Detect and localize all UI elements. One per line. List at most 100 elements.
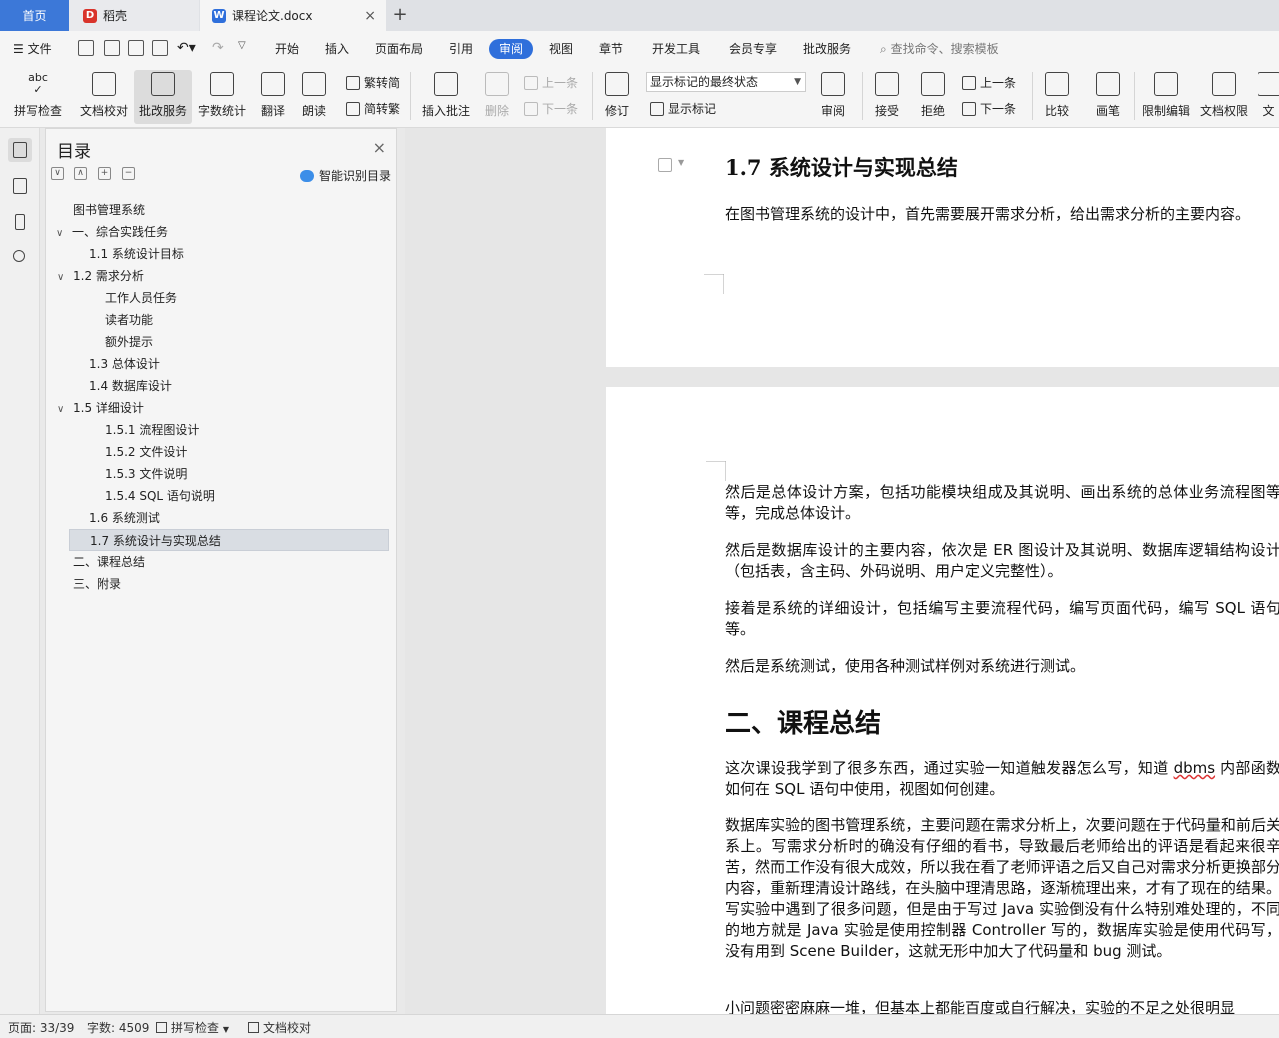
speaker-icon [302,72,326,96]
menu-references[interactable]: 引用 [449,40,473,57]
toc-item[interactable]: ∨ 1.5 详细设计 [56,397,144,419]
previous-change-icon [962,75,976,90]
crop-mark [704,274,724,294]
simplified-to-traditional-button[interactable]: 简转繁 [346,100,400,117]
accept-button[interactable]: 接受 [868,70,906,124]
menu-member[interactable]: 会员专享 [729,40,777,57]
heading-section-1-7: 1.7 系统设计与实现总结 [725,155,958,180]
toc-item[interactable]: 1.5.2 文件设计 [56,441,187,463]
show-markup-button[interactable]: 显示标记 [650,100,716,117]
word-count-indicator[interactable]: 字数: 4509 [87,1019,149,1036]
word-count-button[interactable]: 字数统计 [196,70,248,124]
export-pdf-icon[interactable] [104,40,120,56]
collapse-all-icon[interactable]: ∨ [51,167,64,180]
status-spellcheck[interactable]: 拼写检查 ▼ [156,1019,229,1036]
traditional-to-simplified-button[interactable]: 繁转简 [346,74,400,91]
toc-item[interactable]: 1.1 系统设计目标 [56,243,184,265]
toc-item-label: 额外提示 [105,335,154,349]
markup-state-select[interactable]: 显示标记的最终状态 ▼ [646,72,806,92]
toc-item[interactable]: 1.7 系统设计与实现总结 [69,529,389,551]
expand-all-icon[interactable]: ∧ [74,167,87,180]
menu-page-layout[interactable]: 页面布局 [375,40,423,57]
tab-daoke[interactable]: D 稻壳 [69,0,199,31]
status-proofread[interactable]: 文档校对 [248,1019,311,1036]
prev-comment-button[interactable]: 上一条 [524,74,578,91]
print-preview-icon[interactable] [152,40,168,56]
pen-button[interactable]: 画笔 [1090,70,1126,124]
toc-item[interactable]: ∨ 1.2 需求分析 [56,265,144,287]
chevron-down-icon[interactable]: ∨ [57,399,73,421]
chevron-down-icon[interactable]: ∨ [56,223,72,245]
menu-developer[interactable]: 开发工具 [652,40,700,57]
menu-start[interactable]: 开始 [275,40,299,57]
toc-item-label: 1.5 详细设计 [73,401,144,415]
toc-item[interactable]: 二、课程总结 [56,551,145,573]
toc-item[interactable]: 额外提示 [56,331,153,353]
menu-review[interactable]: 审阅 [489,39,533,59]
toc-item[interactable]: 读者功能 [56,309,153,331]
checkbox-icon [156,1022,167,1033]
toc-item[interactable]: 图书管理系统 [56,199,145,221]
paragraph-icon[interactable] [658,158,672,172]
tab-home[interactable]: 首页 [0,0,69,31]
save-icon[interactable] [78,40,94,56]
reject-button[interactable]: 拒绝 [914,70,952,124]
next-change-label: 下一条 [980,102,1017,116]
new-tab-button[interactable]: + [390,4,410,26]
delete-comment-button[interactable]: 删除 [478,70,516,124]
toc-title: 目录 [57,142,91,162]
print-icon[interactable] [128,40,144,56]
track-changes-button[interactable]: 修订 [598,70,636,124]
spellcheck-button[interactable]: abc ✓ 拼写检查 [8,70,68,124]
menu-chapter[interactable]: 章节 [599,40,623,57]
bookmark-icon[interactable] [8,210,32,234]
tab-document[interactable]: W 课程论文.docx × [200,0,386,31]
doc-more-button[interactable]: 文 [1258,70,1279,124]
toc-item[interactable]: 1.3 总体设计 [56,353,160,375]
menu-view[interactable]: 视图 [549,40,573,57]
insert-comment-button[interactable]: 插入批注 [418,70,474,124]
next-change-button[interactable]: 下一条 [962,100,1016,117]
proofread-button[interactable]: 文档校对 [76,70,132,124]
toc-item[interactable]: 工作人员任务 [56,287,177,309]
chapter-nav-icon[interactable] [8,174,32,198]
add-heading-icon[interactable]: + [98,167,111,180]
review-pane-button[interactable]: 审阅 [814,70,852,124]
chevron-down-icon: ▼ [222,1025,229,1034]
search-icon[interactable] [8,246,32,270]
toc-item[interactable]: 1.6 系统测试 [56,507,160,529]
compare-button[interactable]: 比较 [1038,70,1076,124]
page-indicator[interactable]: 页面: 33/39 [8,1019,74,1036]
toc-item[interactable]: 1.5.4 SQL 语句说明 [56,485,215,507]
redo-icon[interactable]: ↷ [212,40,224,56]
next-change-icon [962,101,976,116]
toc-item[interactable]: 三、附录 [56,573,121,595]
doc-permission-button[interactable]: 文档权限 [1198,70,1250,124]
toc-item[interactable]: ∨ 一、综合实践任务 [56,221,168,243]
toc-item[interactable]: 1.4 数据库设计 [56,375,172,397]
customize-dropdown-icon[interactable]: ▽ [238,40,246,51]
toc-panel-icon[interactable] [8,138,32,162]
next-comment-button[interactable]: 下一条 [524,100,578,117]
translate-button[interactable]: 翻译 [254,70,292,124]
close-icon[interactable]: × [373,138,386,157]
restrict-edit-button[interactable]: 限制编辑 [1140,70,1192,124]
read-aloud-button[interactable]: 朗读 [298,70,330,124]
correction-service-button[interactable]: 批改服务 [134,70,192,124]
toc-item-label: 三、附录 [73,577,122,591]
smart-toc-button[interactable]: 智能识别目录 [299,167,391,184]
remove-heading-icon[interactable]: − [122,167,135,180]
undo-icon[interactable]: ↶▾ [177,40,196,56]
toc-item[interactable]: 1.5.3 文件说明 [56,463,187,485]
file-menu[interactable]: ☰ 文件 [13,40,52,57]
spelling-error-word[interactable]: dbms [1174,759,1215,777]
chevron-down-icon[interactable]: ∨ [57,267,73,289]
toc-item[interactable]: 1.5.1 流程图设计 [56,419,199,441]
menu-correction-service[interactable]: 批改服务 [803,40,851,57]
previous-icon [524,75,538,90]
command-search[interactable]: ⌕ 查找命令、搜索模板 [880,40,999,57]
prev-change-button[interactable]: 上一条 [962,74,1016,91]
paragraph: 这次课设我学到了很多东西，通过实验一知道触发器怎么写，知道 dbms 内部函数如… [725,758,1279,800]
tab-close-icon[interactable]: × [364,8,376,24]
menu-insert[interactable]: 插入 [325,40,349,57]
